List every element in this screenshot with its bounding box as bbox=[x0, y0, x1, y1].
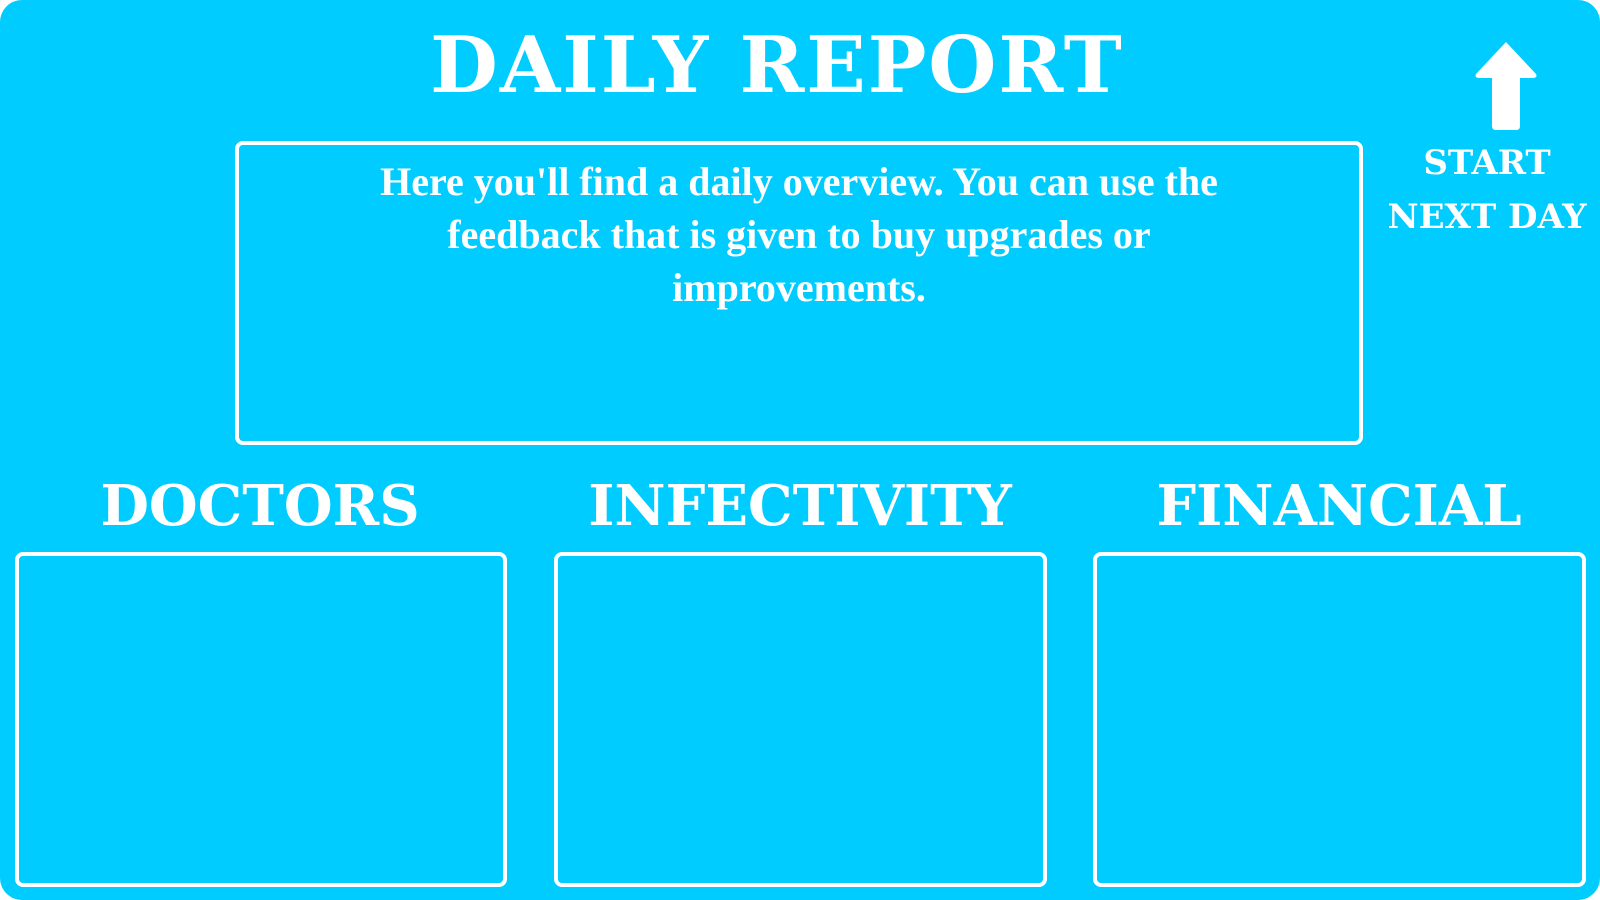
infectivity-heading: INFECTIVITY bbox=[588, 473, 1012, 539]
page-title: DAILY REPORT bbox=[430, 20, 1124, 111]
next-day-label: NEXT DAY bbox=[1387, 197, 1587, 237]
intro-text: Here you'll find a daily overview. You c… bbox=[380, 159, 1218, 310]
infectivity-panel bbox=[554, 552, 1047, 887]
daily-report-screen: DAILY REPORT Here you'll find a daily ov… bbox=[0, 0, 1600, 900]
start-label: START bbox=[1423, 143, 1551, 183]
start-next-day-label: START NEXT DAY bbox=[1376, 136, 1598, 244]
financial-heading: FINANCIAL bbox=[1156, 473, 1522, 539]
doctors-panel bbox=[15, 552, 507, 887]
financial-panel bbox=[1093, 552, 1586, 887]
start-next-day-button[interactable]: START NEXT DAY bbox=[1376, 36, 1598, 246]
doctors-heading: DOCTORS bbox=[100, 473, 420, 539]
arrow-up-icon bbox=[1475, 42, 1537, 130]
intro-panel: Here you'll find a daily overview. You c… bbox=[235, 141, 1363, 445]
